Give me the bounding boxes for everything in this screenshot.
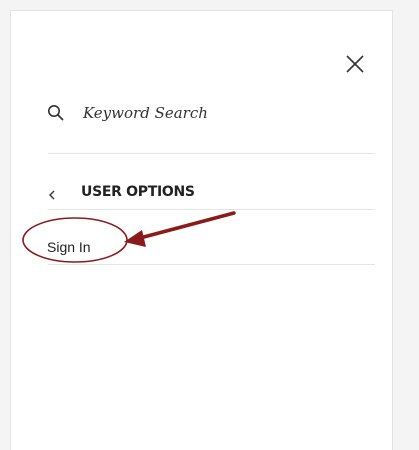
divider xyxy=(48,153,375,154)
mobile-menu-panel: USER OPTIONS Sign In xyxy=(10,10,393,450)
search-icon xyxy=(47,104,65,122)
search-row xyxy=(47,99,367,127)
chevron-left-icon xyxy=(47,186,57,200)
divider xyxy=(48,264,375,265)
back-to-user-options[interactable]: USER OPTIONS xyxy=(47,179,195,205)
search-input[interactable] xyxy=(83,104,333,122)
section-title: USER OPTIONS xyxy=(81,184,195,200)
divider xyxy=(48,209,375,210)
close-icon[interactable] xyxy=(344,53,366,75)
sign-in-link[interactable]: Sign In xyxy=(47,239,91,255)
